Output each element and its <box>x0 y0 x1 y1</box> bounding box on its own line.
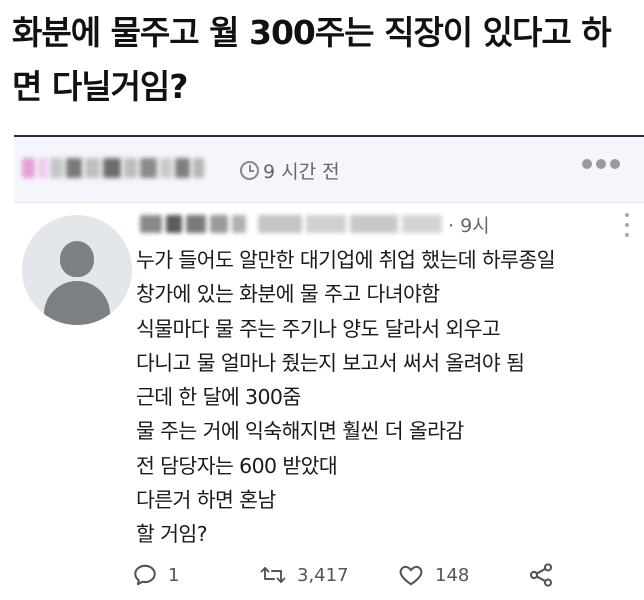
tweet-line: 할 거임? <box>136 522 208 547</box>
share-icon <box>529 563 553 587</box>
tweet-line: 다니고 물 얼마나 줬는지 보고서 써서 올려야 됨 <box>136 350 525 375</box>
tweet-card: · 9시 누가 들어도 알만한 대기업에 취업 했는데 하루종일 창가에 있는 … <box>14 203 644 600</box>
tweet-header: · 9시 <box>140 211 610 237</box>
author-name-blurred <box>22 153 204 183</box>
tweet-line: 물 주는 거에 익숙해지면 훨씬 더 올라감 <box>136 419 464 444</box>
tweet-actions: 1 3,417 148 <box>132 557 592 593</box>
reply-icon <box>134 564 156 586</box>
page-title: 화분에 물주고 월 300주는 직장이 있다고 하면 다닐거임? <box>12 13 612 106</box>
tweet-line: 식물마다 물 주는 주기나 양도 달라서 외우고 <box>136 316 501 341</box>
retweet-button[interactable]: 3,417 <box>259 562 397 588</box>
handle-blurred <box>258 215 302 233</box>
reply-count: 1 <box>168 564 180 586</box>
tweet-time[interactable]: · 9시 <box>448 211 490 238</box>
card-header: 9 시간 전 <box>14 135 644 203</box>
avatar[interactable] <box>22 215 132 325</box>
retweet-icon <box>260 567 286 583</box>
tweet-line: 창가에 있는 화분에 물 주고 다녀야함 <box>136 282 440 307</box>
like-button[interactable]: 148 <box>397 562 527 588</box>
tweet-text: 누가 들어도 알만한 대기업에 취업 했는데 하루종일 창가에 있는 화분에 물… <box>136 243 642 552</box>
post-time: 9 시간 전 <box>240 157 340 184</box>
display-name-blurred <box>140 215 162 233</box>
more-vertical-icon[interactable] <box>624 213 630 237</box>
share-button[interactable] <box>527 561 555 589</box>
reply-button[interactable]: 1 <box>132 562 259 588</box>
tweet-line: 전 담당자는 600 받았대 <box>136 453 338 478</box>
tweet-line: 근데 한 달에 300줌 <box>136 385 301 410</box>
more-icon[interactable] <box>582 159 620 169</box>
retweet-count: 3,417 <box>297 564 349 586</box>
tweet-line: 다른거 하면 혼남 <box>136 488 276 513</box>
clock-icon <box>240 161 259 180</box>
post-time-label: 9 시간 전 <box>263 161 340 183</box>
heart-icon <box>399 565 423 586</box>
tweet-line: 누가 들어도 알만한 대기업에 취업 했는데 하루종일 <box>136 248 556 272</box>
like-count: 148 <box>435 564 470 586</box>
